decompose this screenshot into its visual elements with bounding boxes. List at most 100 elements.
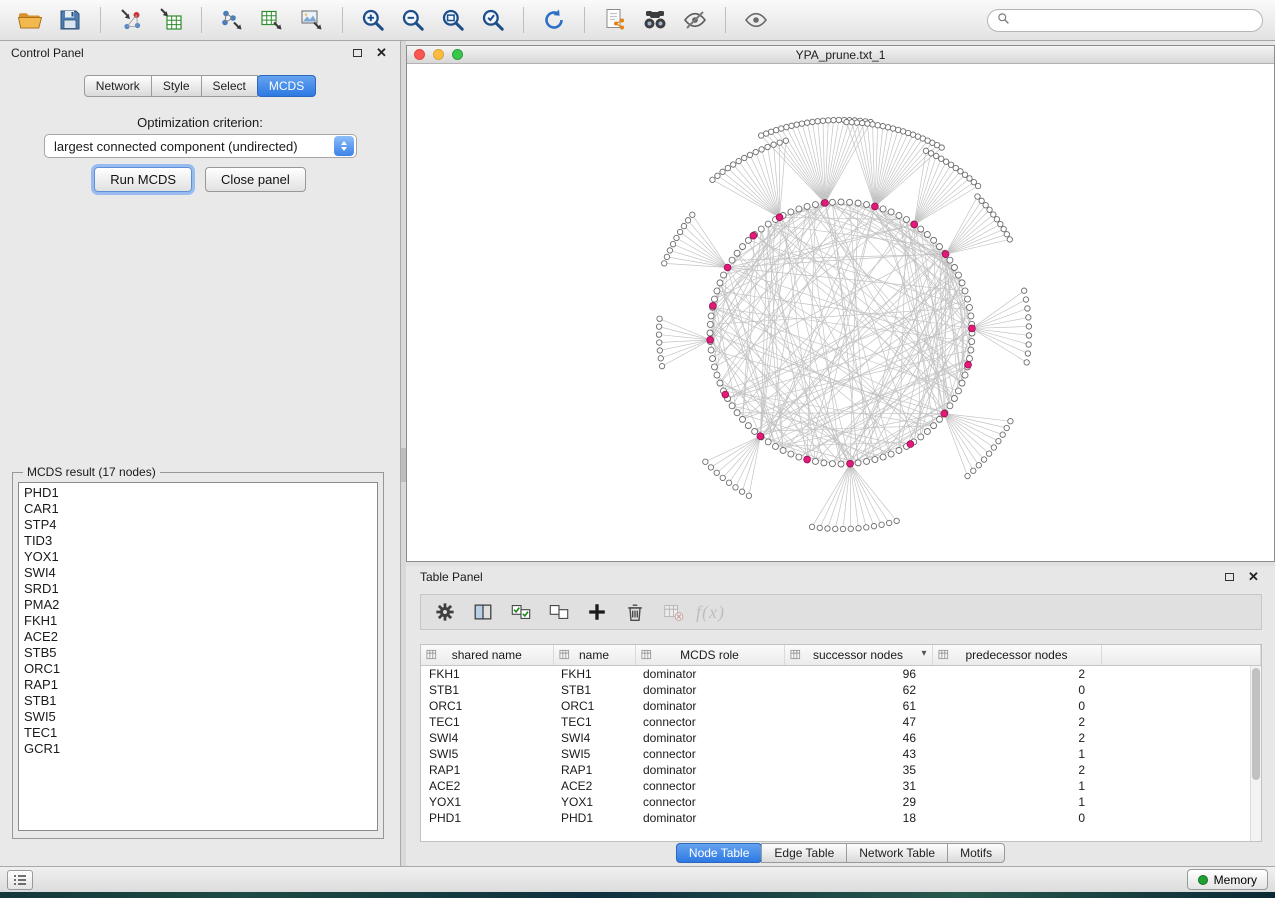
cell-name[interactable]: ACE2	[553, 778, 635, 794]
mcds-result-item[interactable]: STB5	[19, 645, 377, 661]
tab-mcds[interactable]: MCDS	[257, 75, 316, 97]
scrollbar-thumb[interactable]	[1252, 668, 1260, 780]
control-panel-float-button[interactable]	[350, 46, 365, 61]
mcds-result-item[interactable]: PHD1	[19, 485, 377, 501]
table-row[interactable]: TEC1TEC1connector472	[421, 714, 1261, 730]
task-history-button[interactable]	[7, 870, 33, 890]
cell-predecessor-nodes[interactable]: 1	[932, 746, 1101, 762]
tab-motifs[interactable]: Motifs	[947, 843, 1005, 863]
mcds-result-item[interactable]: STP4	[19, 517, 377, 533]
table-row[interactable]: SWI5SWI5connector431	[421, 746, 1261, 762]
run-mcds-button[interactable]: Run MCDS	[94, 167, 192, 192]
cell-successor-nodes[interactable]: 35	[784, 762, 932, 778]
table-panel-float-button[interactable]	[1222, 570, 1237, 585]
cell-predecessor-nodes[interactable]: 1	[932, 794, 1101, 810]
table-row[interactable]: PHD1PHD1dominator180	[421, 810, 1261, 826]
cell-shared-name[interactable]: ACE2	[421, 778, 553, 794]
cell-mcds-role[interactable]: dominator	[635, 682, 784, 698]
cell-successor-nodes[interactable]: 43	[784, 746, 932, 762]
cell-predecessor-nodes[interactable]: 2	[932, 762, 1101, 778]
hide-details-icon[interactable]	[677, 4, 713, 36]
open-session-icon[interactable]	[12, 4, 48, 36]
cell-name[interactable]: YOX1	[553, 794, 635, 810]
cell-shared-name[interactable]: RAP1	[421, 762, 553, 778]
cell-shared-name[interactable]: ORC1	[421, 698, 553, 714]
cell-mcds-role[interactable]: connector	[635, 746, 784, 762]
cell-mcds-role[interactable]: connector	[635, 794, 784, 810]
column-header-mcds-role[interactable]: MCDS role	[635, 645, 784, 666]
cell-mcds-role[interactable]: dominator	[635, 666, 784, 682]
mcds-result-item[interactable]: PMA2	[19, 597, 377, 613]
search-input[interactable]	[1016, 12, 1253, 28]
cell-successor-nodes[interactable]: 47	[784, 714, 932, 730]
cell-name[interactable]: TEC1	[553, 714, 635, 730]
table-row[interactable]: YOX1YOX1connector291	[421, 794, 1261, 810]
zoom-selected-icon[interactable]	[475, 4, 511, 36]
cell-predecessor-nodes[interactable]: 2	[932, 714, 1101, 730]
cell-predecessor-nodes[interactable]: 0	[932, 698, 1101, 714]
cell-mcds-role[interactable]: dominator	[635, 762, 784, 778]
mcds-result-item[interactable]: SWI5	[19, 709, 377, 725]
cell-successor-nodes[interactable]: 18	[784, 810, 932, 826]
sort-caret-icon[interactable]: ▾	[921, 648, 926, 659]
cell-name[interactable]: RAP1	[553, 762, 635, 778]
table-row[interactable]: ACE2ACE2connector311	[421, 778, 1261, 794]
cell-mcds-role[interactable]: dominator	[635, 810, 784, 826]
refresh-network-icon[interactable]	[536, 4, 572, 36]
mcds-result-item[interactable]: GCR1	[19, 741, 377, 757]
cell-predecessor-nodes[interactable]: 1	[932, 778, 1101, 794]
mcds-result-item[interactable]: CAR1	[19, 501, 377, 517]
cell-name[interactable]: PHD1	[553, 810, 635, 826]
export-table-icon[interactable]	[254, 4, 290, 36]
zoom-out-icon[interactable]	[395, 4, 431, 36]
cell-shared-name[interactable]: YOX1	[421, 794, 553, 810]
table-scrollbar[interactable]	[1250, 666, 1261, 841]
zoom-in-icon[interactable]	[355, 4, 391, 36]
mcds-result-item[interactable]: SWI4	[19, 565, 377, 581]
tab-select[interactable]: Select	[201, 75, 258, 97]
tab-node-table[interactable]: Node Table	[676, 843, 763, 863]
mcds-result-item[interactable]: TEC1	[19, 725, 377, 741]
cell-name[interactable]: STB1	[553, 682, 635, 698]
cell-predecessor-nodes[interactable]: 2	[932, 666, 1101, 682]
column-header-shared-name[interactable]: shared name	[421, 645, 553, 666]
tab-edge-table[interactable]: Edge Table	[761, 843, 847, 863]
export-network-icon[interactable]	[214, 4, 250, 36]
tab-style[interactable]: Style	[151, 75, 202, 97]
cell-name[interactable]: SWI4	[553, 730, 635, 746]
mcds-result-item[interactable]: STB1	[19, 693, 377, 709]
network-canvas[interactable]	[407, 65, 1274, 561]
cell-successor-nodes[interactable]: 61	[784, 698, 932, 714]
cell-mcds-role[interactable]: dominator	[635, 698, 784, 714]
cell-name[interactable]: ORC1	[553, 698, 635, 714]
cell-mcds-role[interactable]: connector	[635, 714, 784, 730]
find-binoculars-icon[interactable]	[637, 4, 673, 36]
column-header-name[interactable]: name	[553, 645, 635, 666]
column-header-successor-nodes[interactable]: successor nodes▾	[784, 645, 932, 666]
cell-shared-name[interactable]: SWI5	[421, 746, 553, 762]
deselect-all-rows-icon[interactable]	[543, 598, 574, 627]
mcds-result-item[interactable]: RAP1	[19, 677, 377, 693]
mcds-result-item[interactable]: ORC1	[19, 661, 377, 677]
window-minimize-icon[interactable]	[433, 49, 444, 60]
table-row[interactable]: ORC1ORC1dominator610	[421, 698, 1261, 714]
cell-mcds-role[interactable]: dominator	[635, 730, 784, 746]
select-all-rows-icon[interactable]	[505, 598, 536, 627]
control-panel-close-button[interactable]: ✕	[374, 46, 389, 61]
mcds-result-item[interactable]: ACE2	[19, 629, 377, 645]
show-columns-icon[interactable]	[467, 598, 498, 627]
table-settings-gear-icon[interactable]	[429, 598, 460, 627]
save-session-icon[interactable]	[52, 4, 88, 36]
cell-shared-name[interactable]: STB1	[421, 682, 553, 698]
cell-shared-name[interactable]: FKH1	[421, 666, 553, 682]
table-row[interactable]: RAP1RAP1dominator352	[421, 762, 1261, 778]
export-image-icon[interactable]	[294, 4, 330, 36]
cell-successor-nodes[interactable]: 29	[784, 794, 932, 810]
import-network-icon[interactable]	[113, 4, 149, 36]
window-close-icon[interactable]	[414, 49, 425, 60]
cell-predecessor-nodes[interactable]: 0	[932, 810, 1101, 826]
share-document-icon[interactable]	[597, 4, 633, 36]
cell-successor-nodes[interactable]: 31	[784, 778, 932, 794]
column-header-predecessor-nodes[interactable]: predecessor nodes	[932, 645, 1101, 666]
delete-column-icon[interactable]	[619, 598, 650, 627]
